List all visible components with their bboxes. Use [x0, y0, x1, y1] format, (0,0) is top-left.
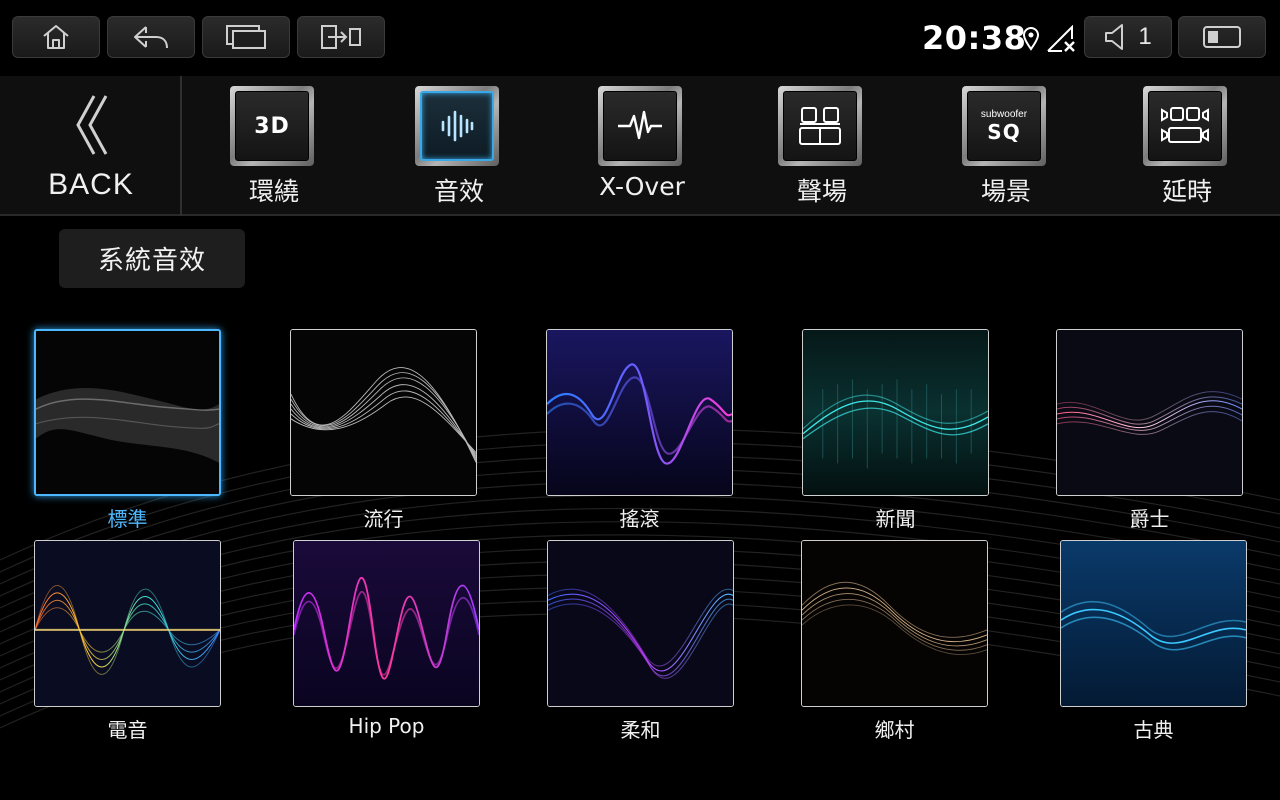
- recent-apps-icon: [226, 25, 266, 49]
- subwoofer-sq-icon: subwoofer SQ: [962, 86, 1046, 166]
- preset-thumbnail: [546, 329, 733, 496]
- tool-label: 場景: [980, 177, 1031, 206]
- tool-x-over[interactable]: X-Over: [582, 76, 702, 216]
- preset-label: 柔和: [620, 718, 661, 742]
- tool-sound-field[interactable]: 聲場: [762, 76, 882, 216]
- back-button[interactable]: BACK: [0, 76, 182, 216]
- screen-toggle-icon: [1203, 26, 1241, 48]
- screen-switch-button[interactable]: [297, 16, 385, 58]
- preset-label: 流行: [363, 507, 404, 531]
- preset-thumbnail: [290, 329, 477, 496]
- status-bar: 20:38 1: [0, 0, 1280, 76]
- tool-surround[interactable]: 3D 環繞: [214, 76, 334, 216]
- tool-label: 延時: [1161, 177, 1212, 206]
- volume-level: 1: [1138, 23, 1152, 50]
- 3d-surround-icon: 3D: [230, 86, 314, 166]
- tool-label: 音效: [433, 177, 484, 206]
- equalizer-icon: [415, 86, 499, 166]
- back-nav-button[interactable]: [107, 16, 195, 58]
- preset-thumbnail: [34, 540, 221, 707]
- screen-toggle-button[interactable]: [1178, 16, 1266, 58]
- tool-label: 環繞: [248, 177, 299, 206]
- volume-button[interactable]: 1: [1084, 16, 1172, 58]
- clock: 20:38: [922, 19, 1027, 57]
- screen-switch-icon: [321, 25, 361, 49]
- section-tab-system-effects[interactable]: 系統音效: [59, 229, 245, 288]
- tool-label: X-Over: [599, 172, 685, 201]
- preset-thumbnail: [802, 329, 989, 496]
- sq-text: SQ: [987, 120, 1021, 144]
- waveform-icon: [598, 86, 682, 166]
- speaker-delay-icon: [1143, 86, 1227, 166]
- preset-thumbnail: [1056, 329, 1243, 496]
- double-chevron-left-icon: [76, 95, 108, 155]
- audio-toolbar: BACK 3D 環繞 音效 X-Over 聲場 subwoofer SQ 場景 …: [0, 76, 1280, 216]
- return-arrow-icon: [134, 26, 168, 49]
- preset-thumbnail: [1060, 540, 1247, 707]
- speaker-icon: [1105, 24, 1124, 50]
- location-pin-icon: [1022, 27, 1040, 51]
- tool-sound-effect[interactable]: 音效: [399, 76, 519, 216]
- preset-thumbnail: [547, 540, 734, 707]
- preset-thumbnail: [801, 540, 988, 707]
- back-label: BACK: [48, 168, 134, 201]
- no-signal-icon: [1047, 25, 1075, 52]
- preset-label: 新聞: [875, 507, 916, 531]
- tool-scene[interactable]: subwoofer SQ 場景: [946, 76, 1066, 216]
- preset-thumbnail: [293, 540, 480, 707]
- home-icon: [43, 25, 69, 49]
- tool-label: 聲場: [796, 177, 847, 206]
- preset-label: 電音: [107, 718, 148, 742]
- 3d-icon-text: 3D: [254, 113, 290, 139]
- preset-label: Hip Pop: [348, 714, 425, 738]
- preset-label: 古典: [1133, 718, 1174, 742]
- home-button[interactable]: [12, 16, 100, 58]
- preset-thumbnail: [34, 329, 221, 496]
- preset-label: 標準: [107, 507, 148, 531]
- seats-icon: [778, 86, 862, 166]
- preset-label: 鄉村: [874, 718, 915, 742]
- recent-apps-button[interactable]: [202, 16, 290, 58]
- preset-label: 搖滾: [619, 507, 660, 531]
- preset-label: 爵士: [1129, 507, 1170, 531]
- tool-delay[interactable]: 延時: [1127, 76, 1247, 216]
